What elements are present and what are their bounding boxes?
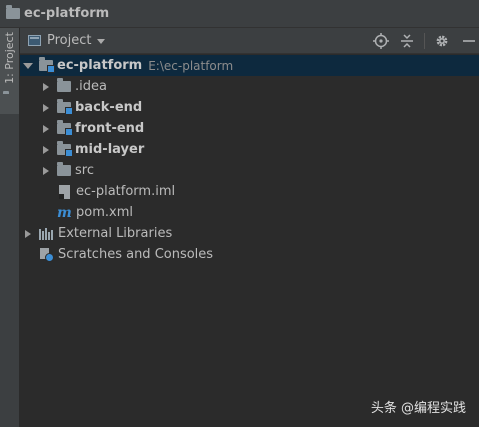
scratches-icon bbox=[39, 247, 54, 262]
tree-row-iml[interactable]: ec-platform.iml bbox=[20, 181, 479, 202]
root-label: ec-platform bbox=[57, 58, 143, 73]
tree-item-label: front-end bbox=[75, 121, 145, 136]
collapse-all-icon[interactable] bbox=[396, 30, 418, 52]
left-tool-strip: 1: Project bbox=[0, 28, 20, 427]
expand-arrow[interactable] bbox=[23, 61, 33, 71]
tree-item-label: back-end bbox=[75, 100, 143, 115]
module-folder-icon bbox=[57, 120, 73, 136]
module-folder-icon bbox=[57, 141, 73, 157]
project-view-icon bbox=[28, 35, 41, 46]
folder-icon bbox=[57, 78, 71, 92]
tree-row-scratches[interactable]: Scratches and Consoles bbox=[20, 244, 479, 265]
project-tool-tab[interactable]: 1: Project bbox=[0, 28, 19, 114]
tree-item-label: ec-platform.iml bbox=[76, 184, 176, 199]
tree-item-label: Scratches and Consoles bbox=[58, 247, 214, 262]
tree-item-label: mid-layer bbox=[75, 142, 145, 157]
window-title: ec-platform bbox=[24, 6, 110, 21]
tree-item-label: External Libraries bbox=[58, 226, 173, 241]
module-folder-icon bbox=[39, 57, 55, 73]
hide-panel-icon[interactable] bbox=[457, 30, 479, 52]
tree-row-external-libraries[interactable]: External Libraries bbox=[20, 223, 479, 244]
project-panel: Project ec-platform E:\ec-platform .idea… bbox=[20, 28, 479, 427]
panel-toolbar bbox=[366, 28, 479, 54]
library-icon bbox=[39, 227, 54, 240]
project-tree: ec-platform E:\ec-platform .idea back-en… bbox=[20, 54, 479, 265]
chevron-down-icon[interactable] bbox=[97, 38, 106, 44]
expand-arrow[interactable] bbox=[41, 166, 51, 176]
expand-arrow[interactable] bbox=[41, 103, 51, 113]
module-folder-icon bbox=[57, 99, 73, 115]
tree-item-label: pom.xml bbox=[76, 205, 133, 220]
view-selector-label[interactable]: Project bbox=[47, 33, 91, 48]
tree-item-label: .idea bbox=[75, 79, 107, 94]
root-path: E:\ec-platform bbox=[148, 58, 234, 73]
expand-arrow[interactable] bbox=[41, 124, 51, 134]
locate-icon[interactable] bbox=[370, 30, 392, 52]
title-bar: ec-platform bbox=[0, 0, 479, 28]
expand-arrow[interactable] bbox=[41, 145, 51, 155]
expand-arrow[interactable] bbox=[41, 82, 51, 92]
project-folder-icon bbox=[6, 5, 20, 19]
watermark: 头条 @编程实践 bbox=[370, 401, 466, 416]
project-tool-tab-label: 1: Project bbox=[3, 32, 16, 84]
folder-icon bbox=[57, 162, 71, 176]
panel-header: Project bbox=[20, 28, 479, 54]
gear-icon[interactable] bbox=[431, 30, 453, 52]
toolbar-separator bbox=[424, 33, 425, 49]
tree-row-pom[interactable]: m pom.xml bbox=[20, 202, 479, 223]
tree-row-idea[interactable]: .idea bbox=[20, 76, 479, 97]
tree-root-row[interactable]: ec-platform E:\ec-platform bbox=[20, 55, 479, 76]
tree-row-front-end[interactable]: front-end bbox=[20, 118, 479, 139]
tree-row-src[interactable]: src bbox=[20, 160, 479, 181]
tree-row-mid-layer[interactable]: mid-layer bbox=[20, 139, 479, 160]
iml-file-icon bbox=[59, 184, 70, 199]
tree-row-back-end[interactable]: back-end bbox=[20, 97, 479, 118]
tree-item-label: src bbox=[75, 163, 94, 178]
maven-icon: m bbox=[57, 204, 72, 221]
expand-arrow[interactable] bbox=[23, 229, 33, 239]
